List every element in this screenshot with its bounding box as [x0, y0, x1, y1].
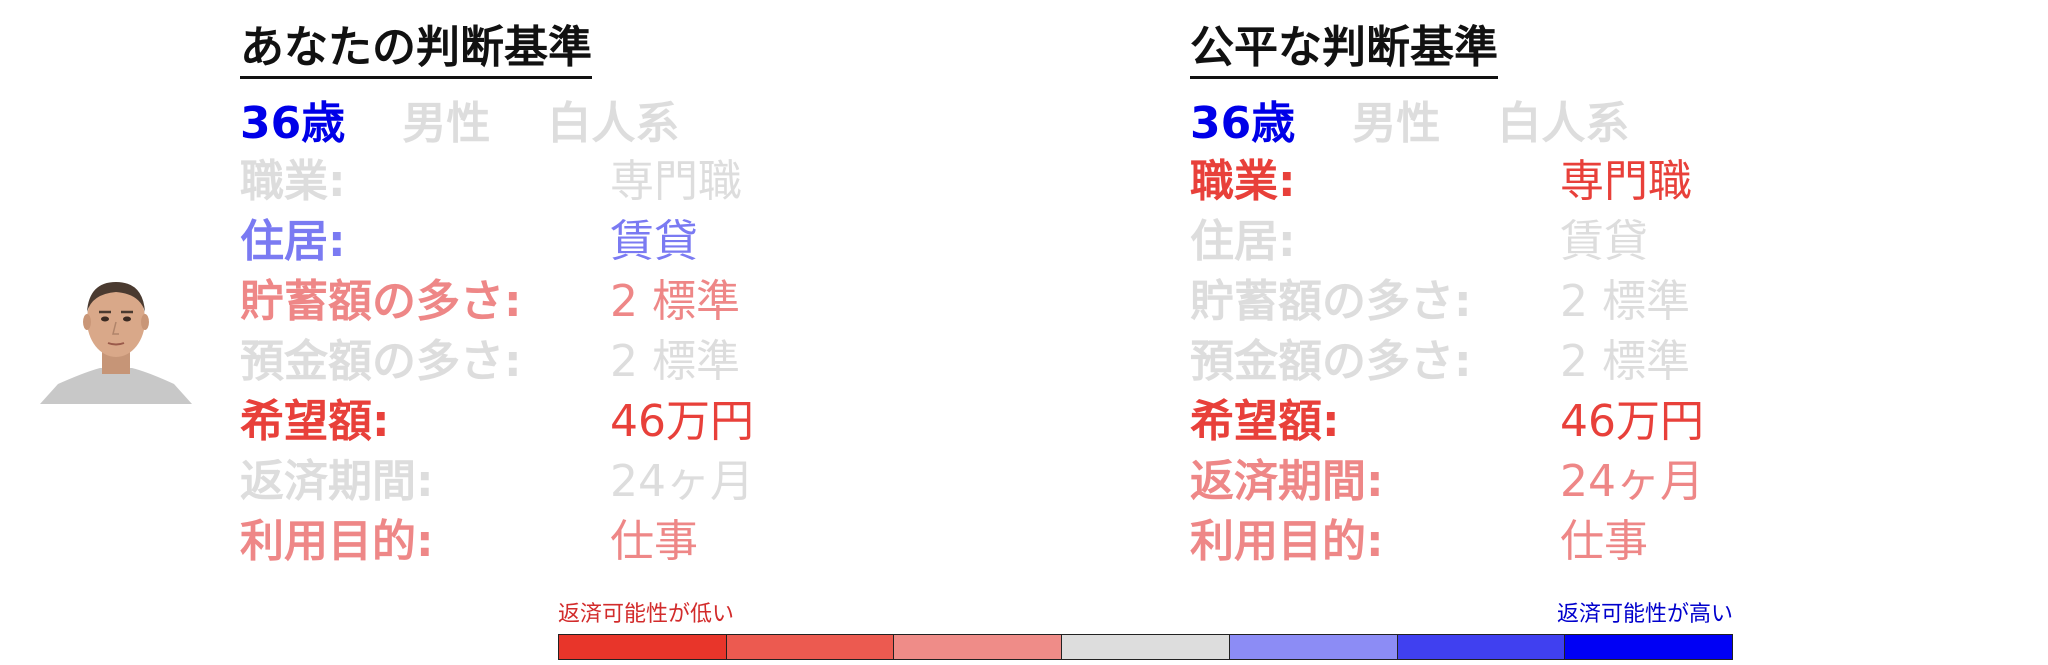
attribute-value: 賃貸: [1560, 216, 1648, 267]
attribute-label: 預金額の多さ:: [1190, 336, 1472, 387]
attribute-row: 貯蓄額の多さ: 2 標準: [240, 272, 880, 332]
attribute-label: 返済期間:: [240, 456, 434, 507]
attribute-row: 職業: 専門職: [240, 152, 880, 212]
attribute-value: 2 標準: [610, 336, 740, 387]
attribute-row: 返済期間: 24ヶ月: [240, 452, 880, 512]
attribute-value: 専門職: [1560, 156, 1692, 207]
attribute-label: 職業:: [240, 156, 346, 207]
scale-segment: [1062, 635, 1230, 659]
low-likelihood-label: 返済可能性が低い: [558, 602, 735, 627]
attribute-row: 利用目的: 仕事: [240, 512, 880, 572]
attribute-value: 賃貸: [610, 216, 698, 267]
attribute-value: 46万円: [610, 396, 754, 447]
attribute-value: 2 標準: [1560, 336, 1690, 387]
attribute-label: 貯蓄額の多さ:: [1190, 276, 1472, 327]
repayment-likelihood-scale: 返済可能性が低い 返済可能性が高い: [558, 602, 1733, 660]
panel-title: あなたの判断基準: [240, 22, 592, 79]
attribute-label: 預金額の多さ:: [240, 336, 522, 387]
attribute-row: 預金額の多さ: 2 標準: [1190, 332, 1830, 392]
user-criteria-panel: あなたの判断基準 36歳 男性 白人系 職業: 専門職 住居: 賃貸 貯蓄額の多さ:…: [240, 22, 880, 567]
attribute-row: 貯蓄額の多さ: 2 標準: [1190, 272, 1830, 332]
ethnicity-label: 白人系: [1497, 98, 1630, 149]
attribute-row: 返済期間: 24ヶ月: [1190, 452, 1830, 512]
age-label: 36歳: [240, 98, 346, 149]
attribute-value: 2 標準: [1560, 276, 1690, 327]
attribute-label: 希望額:: [1190, 396, 1340, 447]
attribute-label: 職業:: [1190, 156, 1296, 207]
age-label: 36歳: [1190, 98, 1296, 149]
attribute-list: 職業: 専門職 住居: 賃貸 貯蓄額の多さ: 2 標準 預金額の多さ: 2 標準 希望額…: [240, 152, 880, 572]
attribute-list: 職業: 専門職 住居: 賃貸 貯蓄額の多さ: 2 標準 預金額の多さ: 2 標準 希望額…: [1190, 152, 1830, 572]
attribute-row: 預金額の多さ: 2 標準: [240, 332, 880, 392]
demographics: 36歳 男性 白人系: [240, 94, 731, 154]
attribute-value: 46万円: [1560, 396, 1704, 447]
attribute-row: 職業: 専門職: [1190, 152, 1830, 212]
gender-label: 男性: [402, 98, 491, 149]
scale-segment: [894, 635, 1063, 659]
attribute-label: 貯蓄額の多さ:: [240, 276, 522, 327]
attribute-row: 住居: 賃貸: [240, 212, 880, 272]
attribute-row: 希望額: 46万円: [1190, 392, 1830, 452]
attribute-row: 利用目的: 仕事: [1190, 512, 1830, 572]
demographics: 36歳 男性 白人系: [1190, 94, 1681, 154]
color-scale-bar: [558, 634, 1733, 660]
high-likelihood-label: 返済可能性が高い: [1556, 602, 1733, 627]
scale-segment: [1565, 635, 1733, 659]
gender-label: 男性: [1352, 98, 1441, 149]
attribute-label: 返済期間:: [1190, 456, 1384, 507]
attribute-value: 専門職: [610, 156, 742, 207]
fair-criteria-panel: 公平な判断基準 36歳 男性 白人系 職業: 専門職 住居: 賃貸 貯蓄額の多さ: 2…: [1190, 22, 1830, 567]
panel-title: 公平な判断基準: [1190, 22, 1498, 79]
attribute-value: 仕事: [610, 516, 698, 567]
attribute-label: 住居:: [240, 216, 346, 267]
attribute-value: 2 標準: [610, 276, 740, 327]
attribute-row: 住居: 賃貸: [1190, 212, 1830, 272]
attribute-label: 希望額:: [240, 396, 390, 447]
scale-segment: [559, 635, 727, 659]
ethnicity-label: 白人系: [547, 98, 680, 149]
scale-segment: [726, 635, 895, 659]
attribute-row: 希望額: 46万円: [240, 392, 880, 452]
scale-segment: [1397, 635, 1566, 659]
attribute-label: 利用目的:: [240, 516, 434, 567]
attribute-value: 24ヶ月: [610, 456, 754, 507]
applicant-photo: [40, 282, 192, 404]
scale-segment: [1229, 635, 1398, 659]
attribute-value: 24ヶ月: [1560, 456, 1704, 507]
attribute-label: 住居:: [1190, 216, 1296, 267]
attribute-value: 仕事: [1560, 516, 1648, 567]
attribute-label: 利用目的:: [1190, 516, 1384, 567]
